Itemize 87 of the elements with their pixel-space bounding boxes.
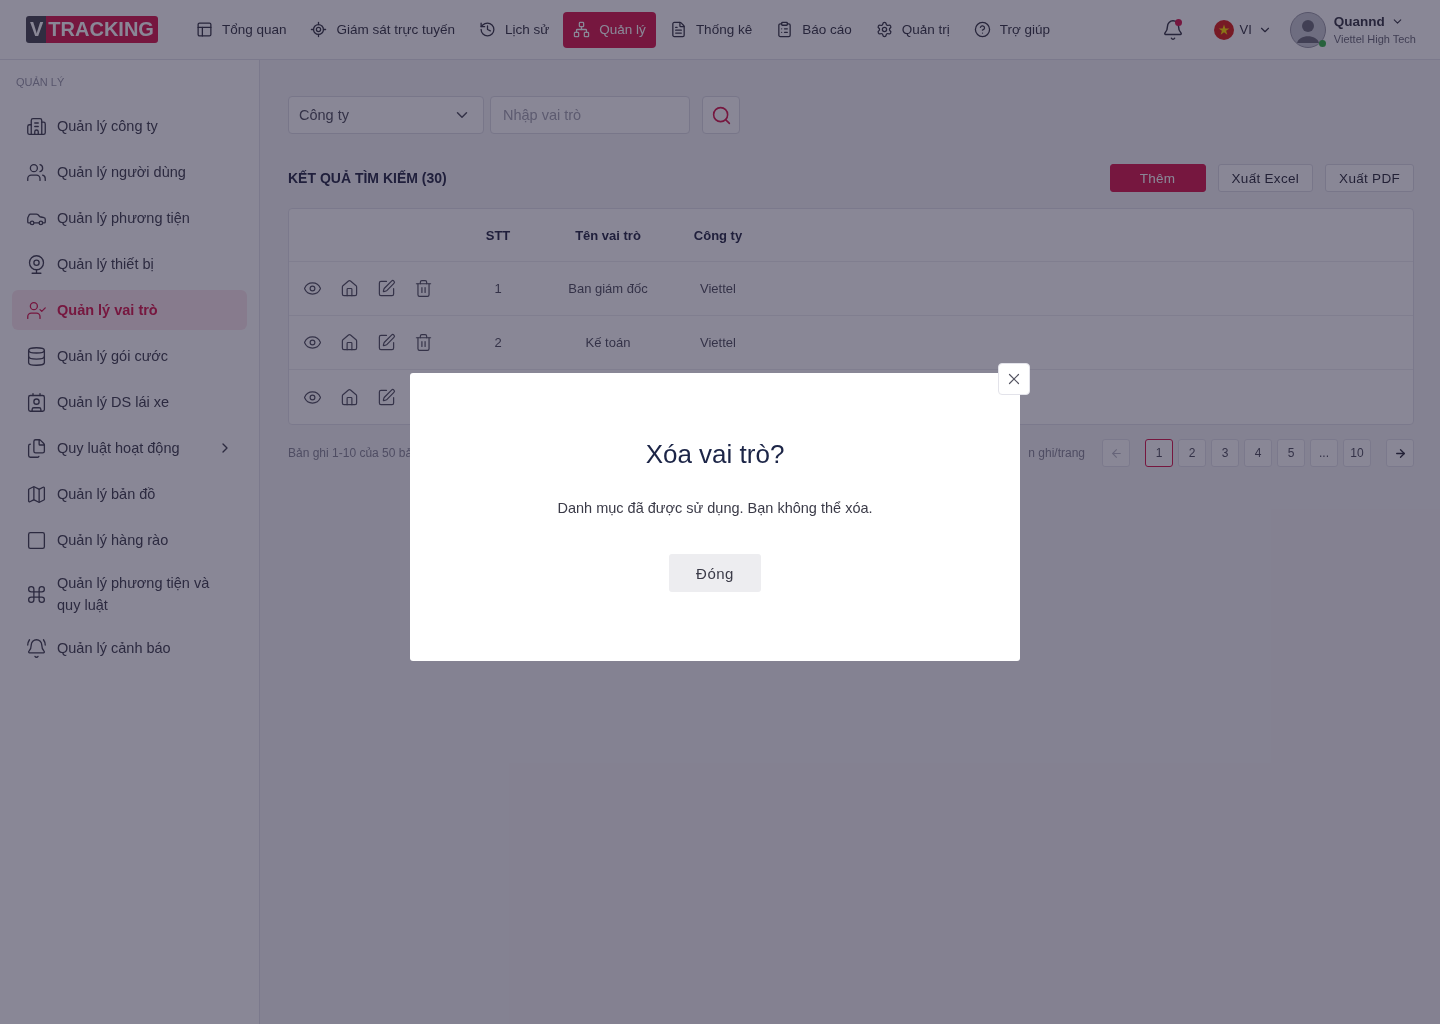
house-icon[interactable] <box>340 279 359 298</box>
column-header: Công ty <box>692 227 744 243</box>
sidebar-item[interactable]: Quản lý phương tiện <box>12 198 247 238</box>
building-icon <box>26 115 47 137</box>
clipboard-icon <box>776 21 794 38</box>
column-header: STT <box>484 227 512 243</box>
logo-mark: V <box>26 16 47 43</box>
language-selector[interactable]: VI <box>1213 19 1272 40</box>
nav-tab[interactable]: Thống kê <box>659 11 763 48</box>
company-select[interactable]: Công ty <box>288 96 484 134</box>
table-cell-text: 1 <box>493 281 503 296</box>
nav-tab[interactable]: Trợ giúp <box>963 11 1061 48</box>
arrow-left-icon <box>1109 446 1123 460</box>
document-icon <box>669 21 687 38</box>
square-icon <box>26 529 47 551</box>
users-icon <box>26 161 47 183</box>
nav-tab[interactable]: Quản trị <box>865 11 960 48</box>
settings-icon <box>875 21 893 38</box>
column-header: Tên vai trò <box>574 227 642 243</box>
eye-icon[interactable] <box>303 279 322 298</box>
id-card-icon <box>26 391 47 413</box>
table-cell-text: Kế toán <box>584 335 632 350</box>
crosshair-icon <box>310 21 328 38</box>
export-button[interactable]: Xuất PDF <box>1325 164 1414 192</box>
next-page-button[interactable] <box>1386 439 1414 467</box>
nav-tab[interactable]: Lịch sử <box>469 11 560 48</box>
user-company: Viettel High Tech <box>1333 33 1416 45</box>
sidebar-item[interactable]: Quản lý phương tiện và quy luật <box>12 566 247 622</box>
page-button[interactable]: 10 <box>1343 439 1371 467</box>
table-cell-text: 2 <box>493 335 503 350</box>
dialog-message: Danh mục đã được sử dụng. Bạn không thể xóa. <box>557 500 873 516</box>
sidebar-item[interactable]: Quản lý DS lái xe <box>12 382 247 422</box>
sidebar-item[interactable]: Quản lý người dùng <box>12 152 247 192</box>
add-button[interactable]: Thêm <box>1109 164 1206 192</box>
files-icon <box>26 437 47 459</box>
page-button[interactable]: 2 <box>1178 439 1206 467</box>
command-icon <box>26 583 47 605</box>
export-button[interactable]: Xuất Excel <box>1217 164 1314 192</box>
sidebar-item[interactable]: Quản lý công ty <box>12 106 247 146</box>
notification-button[interactable] <box>1161 18 1184 41</box>
close-button[interactable] <box>998 363 1030 395</box>
sidebar-item[interactable]: Quản lý gói cước <box>12 336 247 376</box>
results-title: KẾT QUẢ TÌM KIẾM (30) <box>288 170 447 186</box>
history-icon <box>479 21 497 38</box>
nav-tab[interactable]: Giám sát trực tuyến <box>300 11 466 48</box>
user-name: Quannd <box>1333 14 1385 29</box>
sidebar-item[interactable]: Quản lý vai trò <box>12 290 247 330</box>
webcam-icon <box>26 253 47 275</box>
trash-icon[interactable] <box>414 333 433 352</box>
nav-tab[interactable]: Quản lý <box>563 11 656 48</box>
search-icon <box>710 104 732 126</box>
edit-icon[interactable] <box>377 333 396 352</box>
database-icon <box>26 345 47 367</box>
house-icon[interactable] <box>340 387 359 407</box>
eye-icon[interactable] <box>303 333 322 352</box>
flag-icon <box>1213 19 1234 40</box>
sidebar-item[interactable]: Quản lý bản đồ <box>12 474 247 514</box>
edit-icon[interactable] <box>377 279 396 298</box>
user-check-icon <box>26 299 47 321</box>
edit-icon[interactable] <box>377 387 396 407</box>
arrow-right-icon <box>1393 446 1407 460</box>
page-button[interactable]: 4 <box>1244 439 1272 467</box>
logo-text: TRACKING <box>46 16 158 43</box>
close-dialog-button[interactable]: Đóng <box>669 554 761 592</box>
table-cell-text: Viettel <box>699 335 737 350</box>
nav-tab[interactable]: Báo cáo <box>766 11 862 48</box>
layout-icon <box>195 21 213 38</box>
map-icon <box>26 483 47 505</box>
page-button[interactable]: 1 <box>1145 439 1173 467</box>
dialog-title: Xóa vai trò? <box>645 439 785 470</box>
page-button[interactable]: 3 <box>1211 439 1239 467</box>
page-button[interactable]: ... <box>1310 439 1338 467</box>
nav-tab[interactable]: Tổng quan <box>185 11 297 48</box>
table-cell-text: Viettel <box>699 281 737 296</box>
avatar <box>1289 11 1326 48</box>
sidebar-item[interactable]: Quản lý cảnh báo <box>12 628 247 668</box>
sidebar-item[interactable]: Quản lý thiết bị <box>12 244 247 284</box>
bell-icon <box>26 637 47 659</box>
table-cell-text: Ban giám đốc <box>567 281 649 296</box>
search-button[interactable] <box>702 96 740 134</box>
page-button[interactable]: 5 <box>1277 439 1305 467</box>
sidebar-item[interactable]: Quy luật hoạt động <box>12 428 247 468</box>
trash-icon[interactable] <box>414 279 433 298</box>
help-icon <box>973 21 991 38</box>
network-icon <box>573 21 591 38</box>
sidebar-item[interactable]: Quản lý hàng rào <box>12 520 247 560</box>
house-icon[interactable] <box>340 333 359 352</box>
